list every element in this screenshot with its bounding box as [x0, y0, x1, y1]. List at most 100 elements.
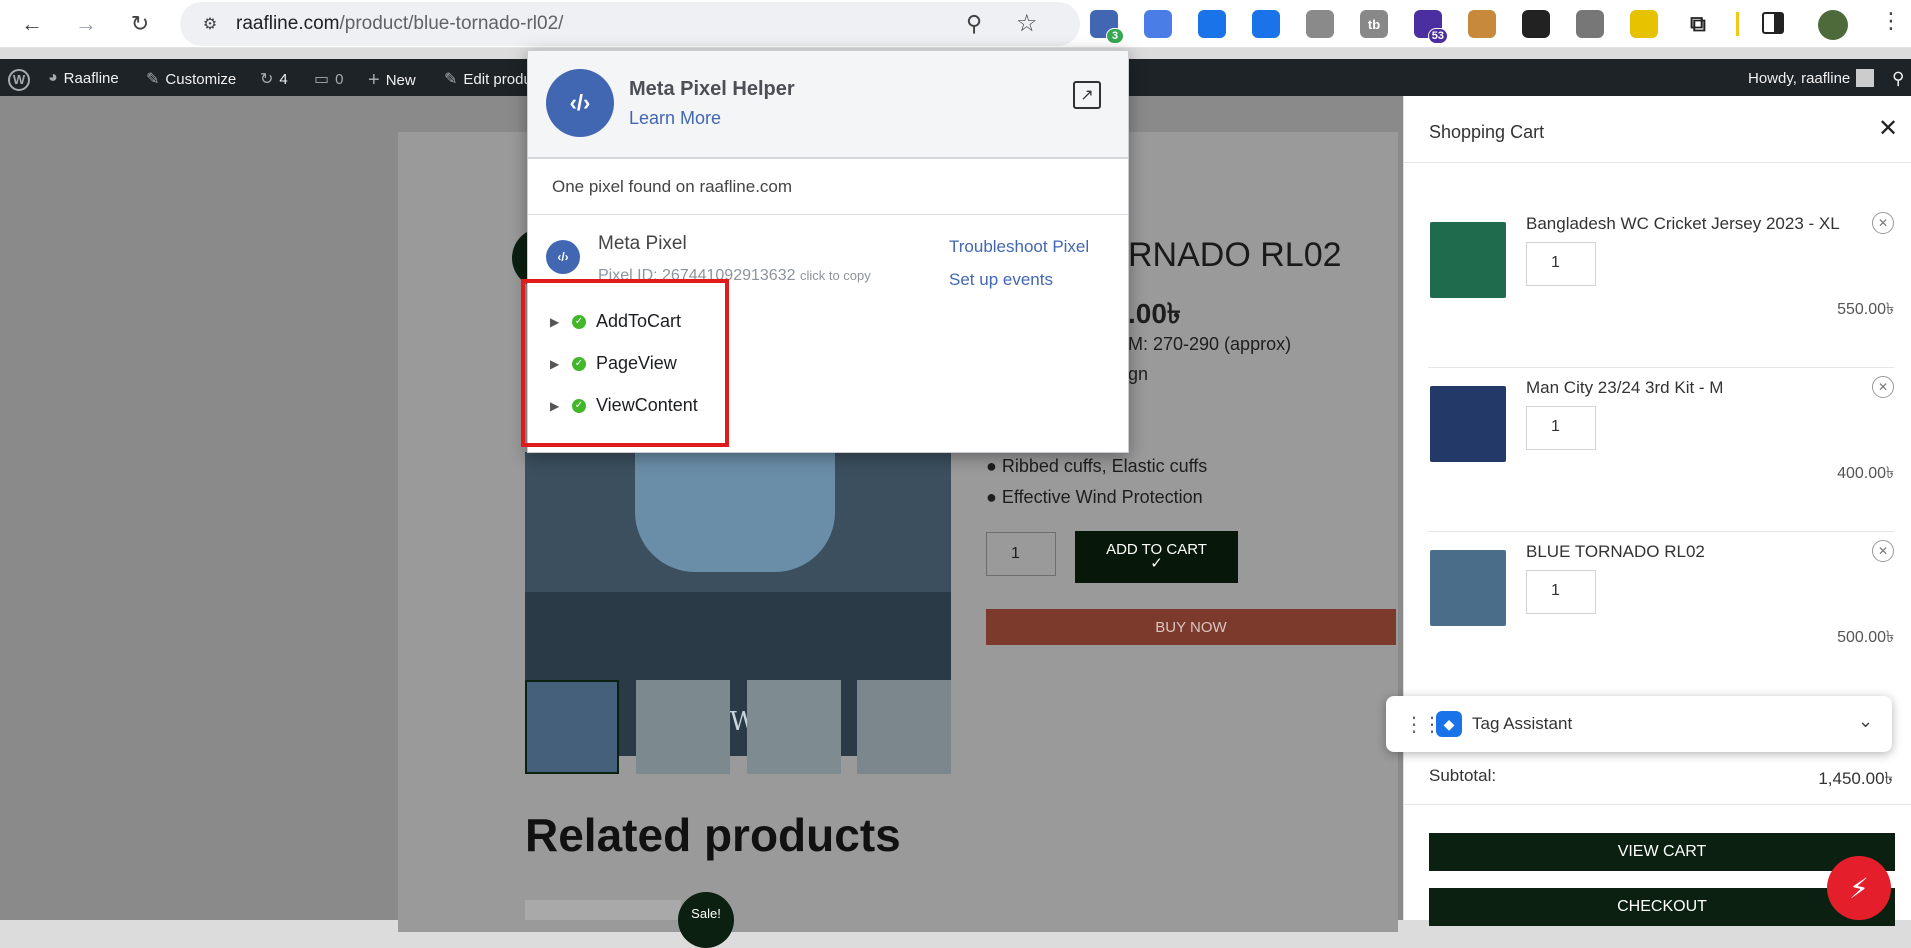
- cart-item-thumbnail[interactable]: [1430, 550, 1506, 626]
- related-product-card[interactable]: [525, 900, 681, 920]
- cart-item-thumbnail[interactable]: [1430, 222, 1506, 298]
- browser-toolbar: ← → ↻ ⚙ raafline.com/product/blue-tornad…: [0, 0, 1911, 48]
- comment-icon: ▭: [314, 71, 330, 88]
- collapse-icon[interactable]: ⌄: [1858, 711, 1873, 732]
- edit-product-link[interactable]: ✎ Edit produ: [444, 69, 532, 89]
- subtotal-label: Subtotal:: [1429, 766, 1497, 785]
- extension-3-icon[interactable]: [1198, 10, 1226, 38]
- product-size: M: 270-290 (approx): [1128, 334, 1292, 354]
- pixel-name: Meta Pixel: [598, 233, 687, 254]
- comments-link[interactable]: ▭ 0: [314, 69, 343, 89]
- thumbnail-1[interactable]: [525, 680, 619, 774]
- meta-pixel-ext-icon[interactable]: 3: [1090, 10, 1124, 44]
- customize-link[interactable]: ✎ Customize: [146, 69, 236, 89]
- extension-2-icon[interactable]: [1144, 10, 1172, 38]
- quantity-input[interactable]: 1: [986, 532, 1056, 576]
- cart-item-price: 500.00৳: [1837, 629, 1894, 646]
- subtotal-value: 1,450.00৳: [1818, 769, 1893, 788]
- tag-assistant-label: Tag Assistant: [1472, 714, 1573, 733]
- bullet-2: ● Effective Wind Protection: [986, 487, 1203, 507]
- cart-item-name[interactable]: Man City 23/24 3rd Kit - M: [1526, 378, 1723, 398]
- extension-7-icon[interactable]: 53: [1414, 10, 1448, 44]
- cart-item-quantity[interactable]: 1: [1526, 570, 1596, 614]
- product-title: RNADO RL02: [1128, 236, 1342, 274]
- back-icon[interactable]: ←: [16, 8, 48, 40]
- set-up-events-link[interactable]: Set up events: [949, 270, 1053, 290]
- extension-4-icon[interactable]: [1252, 10, 1280, 38]
- troubleshoot-pixel-link[interactable]: Troubleshoot Pixel: [949, 237, 1089, 257]
- cart-item-price: 400.00৳: [1837, 465, 1894, 482]
- product-price: .00৳: [1128, 298, 1181, 329]
- tag-icon: ◆: [1436, 711, 1462, 737]
- bullet-1: ● Ribbed cuffs, Elastic cuffs: [986, 456, 1208, 476]
- cart-item: Man City 23/24 3rd Kit - M 1 400.00৳ ✕: [1428, 368, 1894, 532]
- cart-item-thumbnail[interactable]: [1430, 386, 1506, 462]
- divider: [1404, 162, 1911, 163]
- add-to-cart-button[interactable]: ADD TO CART ✓: [1075, 531, 1238, 583]
- new-link[interactable]: + New: [368, 69, 416, 92]
- remove-item-icon[interactable]: ✕: [1872, 212, 1894, 234]
- divider: [1404, 804, 1911, 805]
- cart-item: Bangladesh WC Cricket Jersey 2023 - XL 1…: [1428, 204, 1894, 368]
- learn-more-link[interactable]: Learn More: [629, 108, 721, 129]
- extension-6-icon[interactable]: tb: [1360, 10, 1388, 38]
- cart-item-price: 550.00৳: [1837, 301, 1894, 318]
- howdy-account[interactable]: Howdy, raafline: [1748, 69, 1875, 87]
- extensions-puzzle-icon[interactable]: ⧉: [1684, 10, 1712, 38]
- divider: [528, 214, 1128, 215]
- site-name-link[interactable]: ◕ Raafline: [48, 69, 119, 87]
- bookmark-star-icon[interactable]: ☆: [1016, 9, 1038, 38]
- wordpress-logo-icon[interactable]: W: [8, 69, 30, 91]
- popup-title: Meta Pixel Helper: [629, 78, 795, 100]
- close-icon[interactable]: ✕: [1878, 114, 1898, 143]
- open-external-icon[interactable]: ↗: [1073, 81, 1101, 109]
- user-avatar: [1856, 69, 1875, 87]
- cart-item: BLUE TORNADO RL02 1 500.00৳ ✕: [1428, 532, 1894, 696]
- reload-icon[interactable]: ↻: [124, 8, 156, 40]
- cart-item-quantity[interactable]: 1: [1526, 242, 1596, 286]
- brush-icon: ✎: [146, 71, 160, 88]
- dashboard-icon: ◕: [48, 69, 58, 86]
- meta-pixel-logo-icon: ‹/›: [546, 69, 614, 137]
- search-icon[interactable]: ⚲: [1892, 69, 1904, 89]
- updates-icon: ↻: [260, 71, 274, 88]
- cart-title: Shopping Cart: [1429, 122, 1545, 142]
- extension-10-icon[interactable]: [1576, 10, 1604, 38]
- messenger-icon[interactable]: ⚡: [1827, 856, 1891, 920]
- tag-assistant-bar: ⋮⋮ ◆ Tag Assistant ⌄: [1386, 696, 1892, 752]
- highlight-box: [521, 279, 729, 447]
- url-text[interactable]: raafline.com/product/blue-tornado-rl02/: [236, 13, 563, 35]
- thumbnail-2[interactable]: [636, 680, 730, 774]
- cookie-ext-icon[interactable]: [1468, 10, 1496, 38]
- address-bar[interactable]: ⚙ raafline.com/product/blue-tornado-rl02…: [180, 2, 1080, 46]
- popup-header: ‹/› Meta Pixel Helper Learn More ↗: [528, 51, 1128, 159]
- profile-avatar[interactable]: [1818, 10, 1848, 40]
- site-settings-icon[interactable]: ⚙: [198, 12, 222, 36]
- extension-badge: 53: [1427, 28, 1448, 44]
- view-cart-button[interactable]: VIEW CART: [1429, 833, 1895, 871]
- side-panel-icon[interactable]: [1762, 12, 1784, 34]
- cart-item-name[interactable]: Bangladesh WC Cricket Jersey 2023 - XL: [1526, 214, 1840, 234]
- thumbnail-4[interactable]: [857, 680, 951, 774]
- checkout-button[interactable]: CHECKOUT: [1429, 888, 1895, 926]
- kebab-menu-icon[interactable]: ⋮: [1880, 8, 1902, 34]
- pencil-icon: ✎: [444, 71, 458, 88]
- remove-item-icon[interactable]: ✕: [1872, 376, 1894, 398]
- extension-11-icon[interactable]: [1630, 10, 1658, 38]
- sale-badge: Sale!: [678, 892, 734, 948]
- extension-5-icon[interactable]: [1306, 10, 1334, 38]
- shopping-cart-panel: Shopping Cart ✕ Bangladesh WC Cricket Je…: [1403, 96, 1911, 926]
- updates-link[interactable]: ↻ 4: [260, 69, 288, 89]
- plus-icon: +: [368, 69, 380, 91]
- drag-handle-icon[interactable]: ⋮⋮: [1404, 712, 1442, 737]
- pixel-found-text: One pixel found on raafline.com: [552, 177, 793, 196]
- extension-9-icon[interactable]: [1522, 10, 1550, 38]
- cart-item-name[interactable]: BLUE TORNADO RL02: [1526, 542, 1705, 562]
- thumbnail-3[interactable]: [747, 680, 841, 774]
- cart-item-quantity[interactable]: 1: [1526, 406, 1596, 450]
- meta-pixel-icon: ‹/›: [546, 240, 580, 274]
- forward-icon[interactable]: →: [70, 8, 102, 40]
- zoom-icon[interactable]: ⚲: [966, 11, 982, 37]
- buy-now-button[interactable]: BUY NOW: [986, 609, 1396, 645]
- remove-item-icon[interactable]: ✕: [1872, 540, 1894, 562]
